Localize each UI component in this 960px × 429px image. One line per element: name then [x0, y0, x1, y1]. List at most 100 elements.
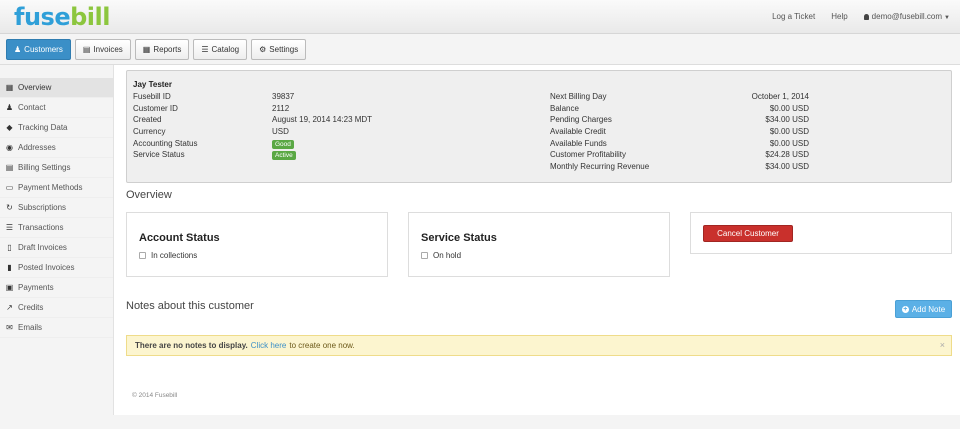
summary-right-labels: Next Billing Day Balance Pending Charges… — [550, 91, 649, 173]
accounting-status-badge: Good — [272, 139, 294, 149]
caret-down-icon: ▼ — [944, 15, 950, 21]
user-menu[interactable]: demo@fusebill.com ▼ — [864, 12, 950, 21]
money-icon: ▣ — [5, 283, 14, 292]
sidebar-item-draft-invoices[interactable]: ▯ Draft Invoices — [0, 238, 113, 258]
actions-card: Cancel Customer — [690, 212, 952, 254]
summary-label: Customer ID — [133, 103, 178, 113]
available-credit-value: $0.00 USD — [769, 127, 809, 137]
on-hold-label: On hold — [433, 251, 462, 260]
summary-label: Created — [133, 115, 162, 125]
refresh-icon: ↻ — [6, 203, 13, 212]
in-collections-row: In collections — [139, 251, 197, 260]
customer-id-value: 2112 — [272, 103, 290, 113]
mrr-value: $34.00 USD — [765, 162, 809, 172]
summary-label: Accounting Status — [133, 138, 198, 148]
summary-label: Customer Profitability — [550, 150, 627, 160]
balance-value: $0.00 USD — [769, 103, 809, 113]
alert-rest-text: to create one now. — [289, 341, 355, 350]
sidebar-item-payment-methods[interactable]: ▭ Payment Methods — [0, 178, 113, 198]
sidebar-item-contact[interactable]: ♟ Contact — [0, 98, 113, 118]
top-nav: Log a Ticket Help demo@fusebill.com ▼ — [772, 12, 950, 21]
main-content: Jay Tester Fusebill ID Customer ID Creat… — [113, 65, 960, 415]
sidebar-item-overview[interactable]: ▦ Overview — [0, 78, 113, 98]
customer-profitability-value: $24.28 USD — [765, 150, 809, 160]
on-hold-checkbox[interactable] — [421, 252, 428, 259]
created-value: August 19, 2014 14:23 MDT — [272, 115, 373, 125]
envelope-icon: ✉ — [6, 323, 13, 332]
close-icon[interactable]: × — [940, 340, 945, 350]
footer-copyright: © 2014 Fusebill — [132, 392, 178, 399]
tab-settings[interactable]: ⚙ Settings — [251, 39, 307, 60]
list-icon: ☰ — [5, 223, 14, 232]
tab-invoices[interactable]: ▤ Invoices — [74, 39, 131, 60]
log-ticket-link[interactable]: Log a Ticket — [772, 12, 815, 21]
tag-icon: ◆ — [6, 123, 13, 132]
available-funds-value: $0.00 USD — [769, 138, 809, 148]
currency-value: USD — [272, 127, 289, 137]
plus-icon: + — [901, 305, 909, 313]
share-icon: ↗ — [6, 303, 13, 312]
help-link[interactable]: Help — [831, 12, 847, 21]
summary-label: Pending Charges — [550, 115, 612, 125]
in-collections-checkbox[interactable] — [139, 252, 146, 259]
summary-left-values: 39837 2112 August 19, 2014 14:23 MDT USD… — [272, 91, 372, 161]
document-icon: ▯ — [7, 243, 12, 252]
tab-customers[interactable]: ♟ Customers — [6, 39, 71, 60]
sidebar-item-emails[interactable]: ✉ Emails — [0, 318, 113, 338]
summary-label: Available Credit — [550, 127, 606, 137]
summary-label: Service Status — [133, 150, 185, 160]
document-icon: ▤ — [82, 45, 91, 54]
sidebar-item-subscriptions[interactable]: ↻ Subscriptions — [0, 198, 113, 218]
tab-catalog[interactable]: ☰ Catalog — [193, 39, 248, 60]
on-hold-row: On hold — [421, 251, 461, 260]
summary-label: Available Funds — [550, 138, 607, 148]
sidebar-item-payments[interactable]: ▣ Payments — [0, 278, 113, 298]
account-status-title: Account Status — [139, 232, 220, 244]
chart-icon: ▦ — [142, 45, 151, 54]
table-icon: ▤ — [5, 163, 14, 172]
sidebar-item-posted-invoices[interactable]: ▮ Posted Invoices — [0, 258, 113, 278]
summary-label: Next Billing Day — [550, 92, 607, 101]
top-bar: fusebill Log a Ticket Help demo@fusebill… — [0, 0, 960, 34]
add-note-button[interactable]: + Add Note — [895, 300, 952, 318]
summary-label: Currency — [133, 127, 166, 137]
grid-icon: ▦ — [5, 83, 14, 92]
overview-heading: Overview — [126, 189, 172, 201]
sidebar-item-addresses[interactable]: ◉ Addresses — [0, 138, 113, 158]
no-notes-alert: There are no notes to display. Click her… — [126, 335, 952, 356]
account-status-card: Account Status In collections — [126, 212, 388, 277]
tab-reports[interactable]: ▦ Reports — [134, 39, 190, 60]
service-status-badge: Active — [272, 151, 296, 161]
user-icon — [864, 12, 872, 21]
summary-left-labels: Fusebill ID Customer ID Created Currency… — [133, 91, 197, 161]
sidebar-item-billing-settings[interactable]: ▤ Billing Settings — [0, 158, 113, 178]
summary-label: Monthly Recurring Revenue — [550, 162, 650, 172]
fusebill-logo[interactable]: fusebill — [14, 2, 110, 32]
user-icon: ♟ — [14, 45, 22, 54]
gear-icon: ⚙ — [259, 45, 267, 54]
no-notes-message: There are no notes to display. — [135, 341, 248, 350]
summary-label: Balance — [550, 103, 579, 113]
user-icon: ♟ — [5, 103, 14, 112]
list-icon: ☰ — [201, 45, 209, 54]
next-billing-day-value: October 1, 2014 — [751, 92, 809, 101]
globe-icon: ◉ — [6, 143, 13, 152]
sidebar-item-tracking-data[interactable]: ◆ Tracking Data — [0, 118, 113, 138]
service-status-title: Service Status — [421, 232, 497, 244]
create-note-link[interactable]: Click here — [251, 341, 287, 350]
sidebar-item-credits[interactable]: ↗ Credits — [0, 298, 113, 318]
service-status-card: Service Status On hold — [408, 212, 670, 277]
sidebar-item-transactions[interactable]: ☰ Transactions — [0, 218, 113, 238]
notes-heading: Notes about this customer — [126, 300, 254, 312]
customer-summary: Jay Tester Fusebill ID Customer ID Creat… — [126, 70, 952, 183]
in-collections-label: In collections — [151, 251, 198, 260]
main-tabs: ♟ Customers ▤ Invoices ▦ Reports ☰ Catalog ⚙… — [6, 39, 307, 60]
summary-label: Fusebill ID — [133, 92, 171, 101]
sidebar: ▦ Overview ♟ Contact ◆ Tracking Data ◉ Addre… — [0, 78, 113, 338]
pending-charges-value: $34.00 USD — [765, 115, 809, 125]
cancel-customer-button[interactable]: Cancel Customer — [703, 225, 793, 242]
summary-right-values: October 1, 2014 $0.00 USD $34.00 USD $0.… — [709, 91, 809, 173]
credit-card-icon: ▭ — [5, 183, 14, 192]
customer-name: Jay Tester — [133, 80, 172, 89]
file-icon: ▮ — [7, 263, 12, 272]
